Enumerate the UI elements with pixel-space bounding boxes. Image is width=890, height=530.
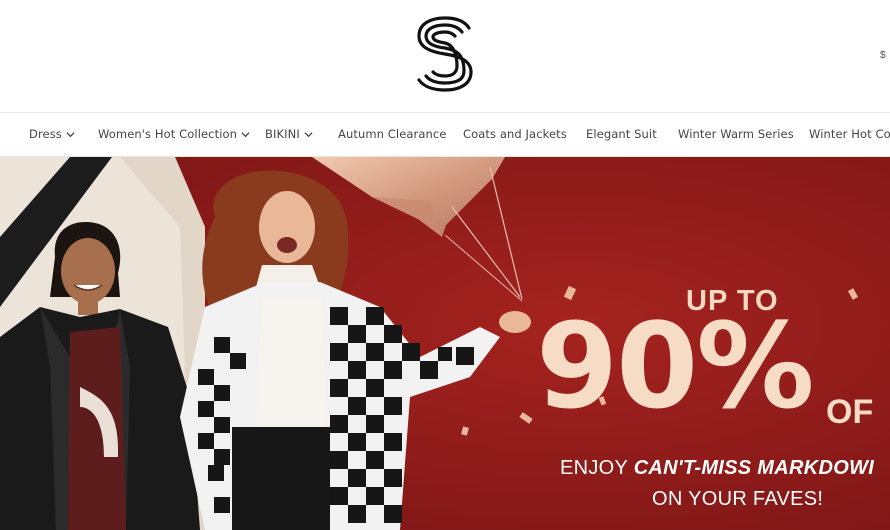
promo-percent-text: 90%	[536, 297, 814, 435]
chevron-down-icon	[66, 132, 75, 138]
nav-item-dress[interactable]: Dress	[29, 127, 75, 141]
promo-tagline-emphasis: CAN'T-MISS MARKDOWI	[633, 457, 875, 479]
nav-item-autumn-clearance[interactable]: Autumn Clearance	[338, 127, 447, 141]
hand	[499, 311, 531, 333]
nav-item-winter-hot-collection[interactable]: Winter Hot Colle	[809, 127, 890, 141]
nav-item-label: Women's Hot Collection	[98, 127, 238, 141]
nav-item-label: Elegant Suit	[586, 127, 657, 141]
chevron-down-icon	[304, 132, 313, 138]
nav-item-label: Dress	[29, 127, 62, 141]
currency-selector[interactable]: $	[880, 50, 886, 61]
promo-subtagline: ON YOUR FAVES!	[652, 488, 824, 510]
hero-banner[interactable]: UP TO 90% OF ENJOY CAN'T-MISS MARKDOWI O…	[0, 157, 890, 530]
nav-item-womens-hot-collection[interactable]: Women's Hot Collection	[98, 127, 250, 141]
nav-item-label: Winter Hot Colle	[809, 127, 890, 141]
nav-item-coats-and-jackets[interactable]: Coats and Jackets	[463, 127, 567, 141]
nav-item-elegant-suit[interactable]: Elegant Suit	[586, 127, 657, 141]
nav-item-label: Winter Warm Series	[678, 127, 794, 141]
chevron-down-icon	[241, 132, 250, 138]
nav-item-label: Autumn Clearance	[338, 127, 447, 141]
main-navigation: Dress Women's Hot Collection BIKINI Autu…	[0, 113, 890, 157]
promo-tagline-prefix: ENJOY	[560, 457, 634, 479]
nav-item-bikini[interactable]: BIKINI	[265, 127, 313, 141]
site-header: $	[0, 0, 890, 113]
promo-off-text: OF	[826, 393, 874, 431]
s-monogram-logo[interactable]	[414, 16, 476, 92]
nav-item-label: Coats and Jackets	[463, 127, 567, 141]
promo-tagline: ENJOY CAN'T-MISS MARKDOWI	[560, 457, 874, 480]
nav-item-winter-warm-series[interactable]: Winter Warm Series	[678, 127, 794, 141]
nav-item-label: BIKINI	[265, 127, 300, 141]
